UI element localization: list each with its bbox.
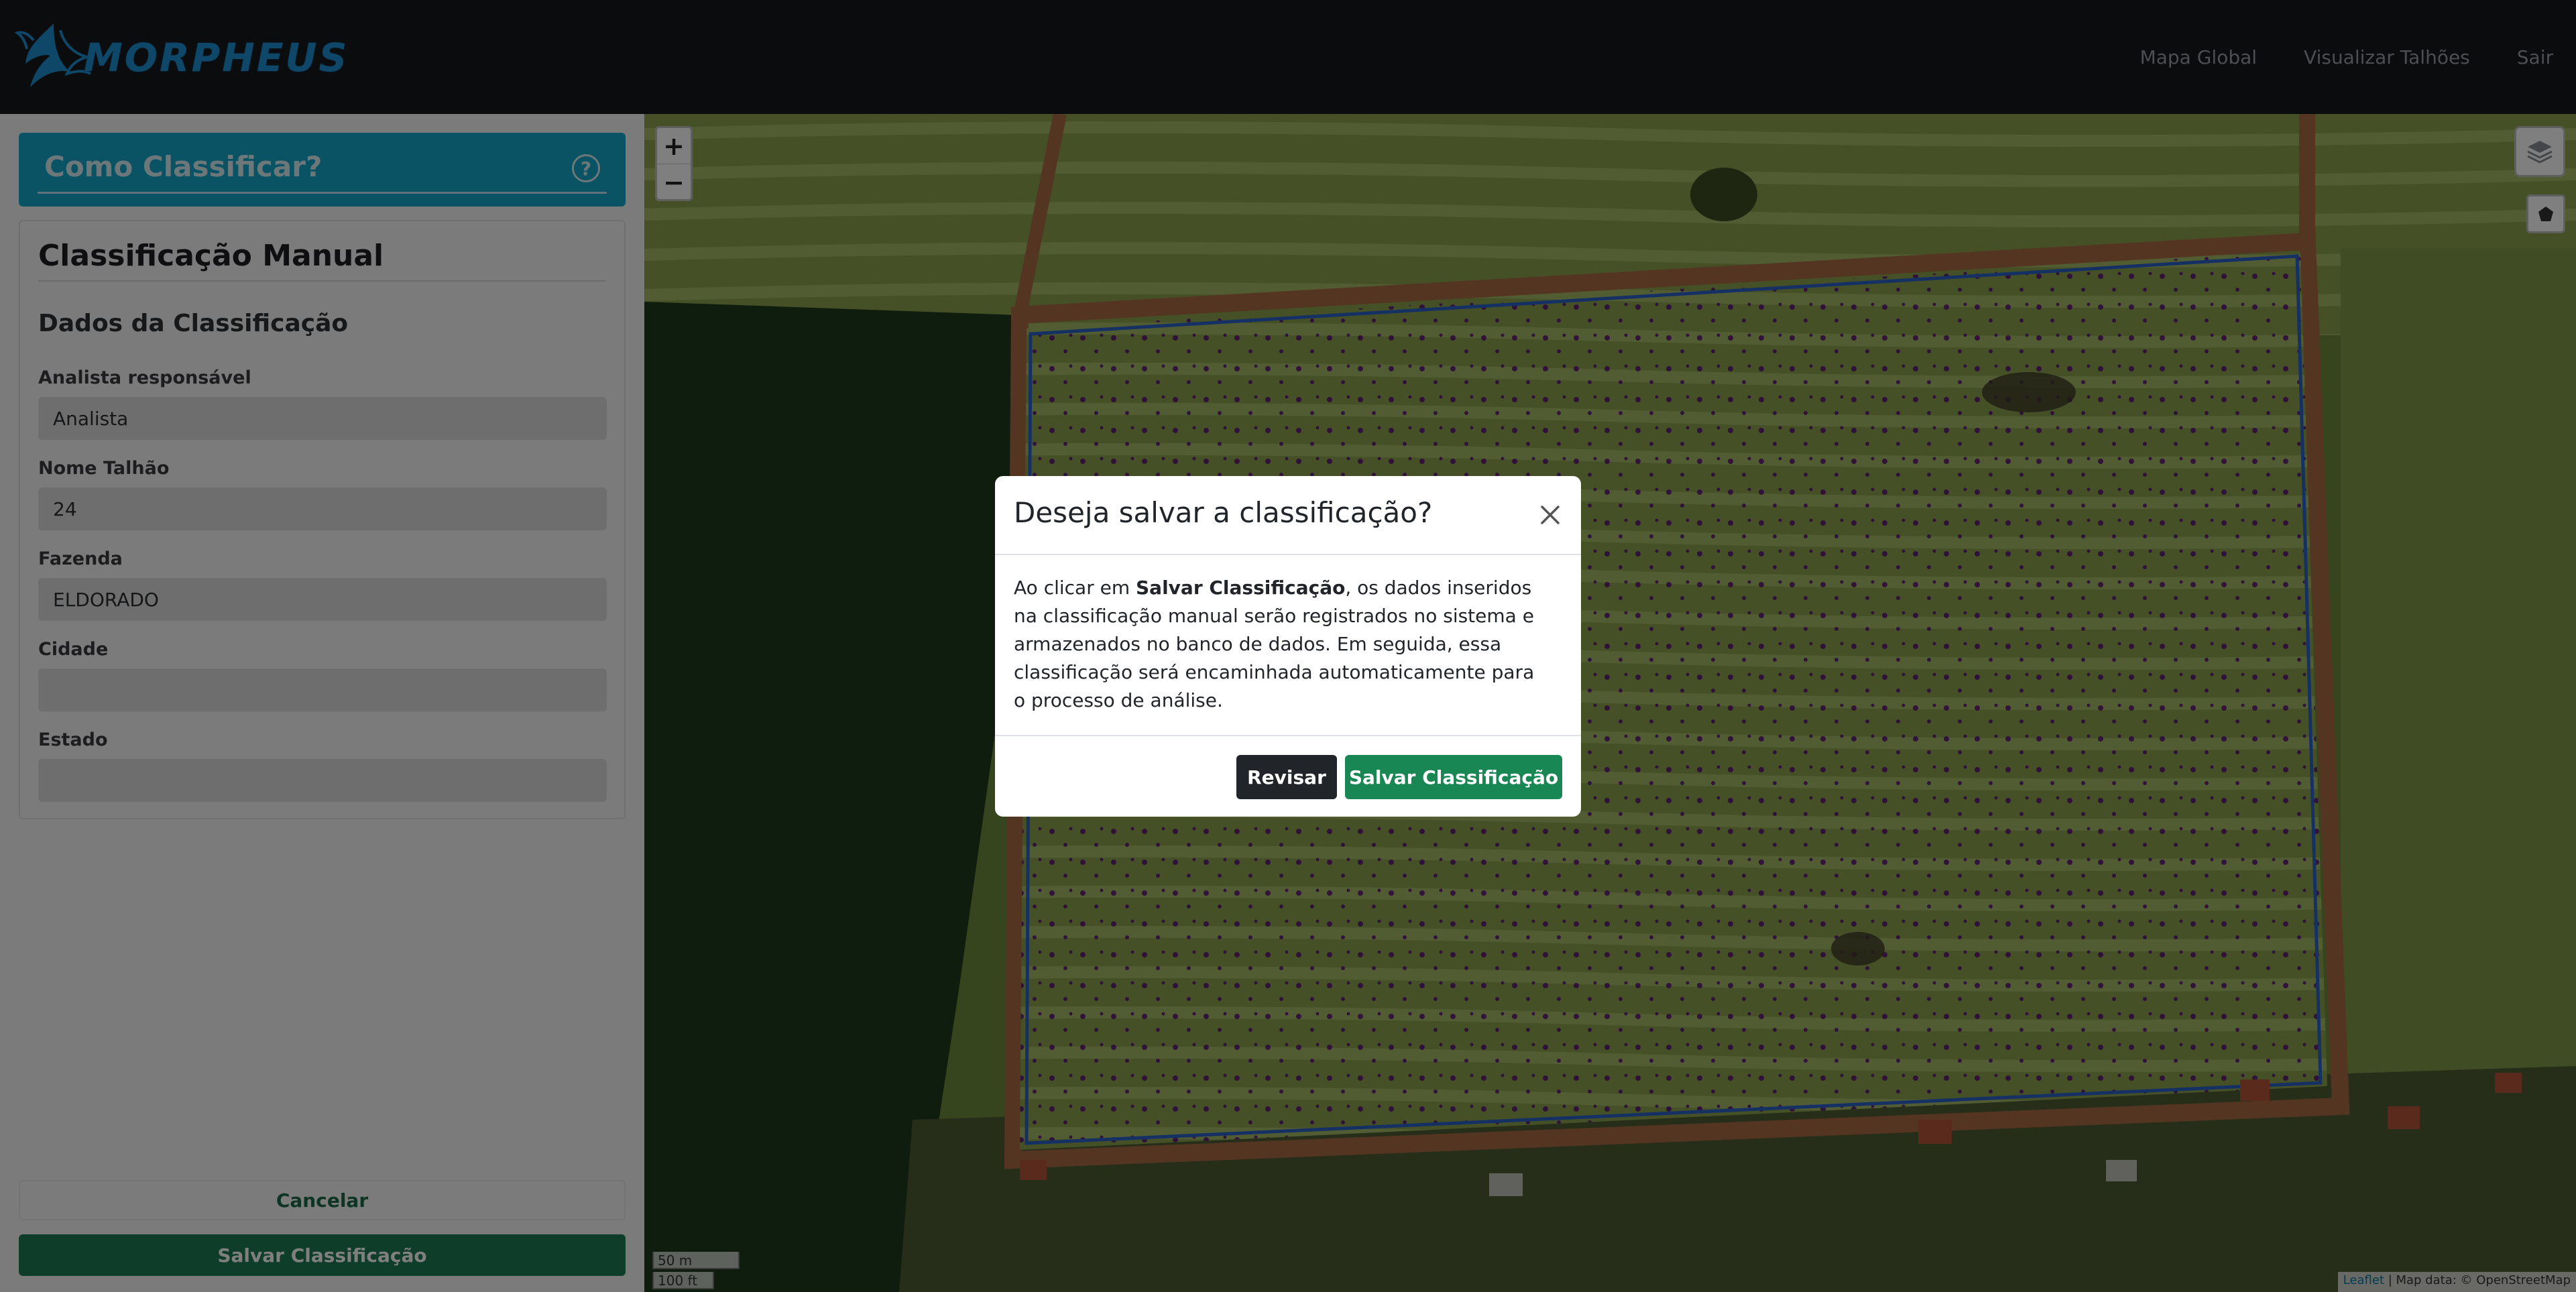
modal-body-prefix: Ao clicar em xyxy=(1014,577,1136,599)
modal-body: Ao clicar em Salvar Classificação, os da… xyxy=(1014,574,1550,715)
confirm-save-button[interactable]: Salvar Classificação xyxy=(1345,755,1562,799)
review-button[interactable]: Revisar xyxy=(1236,755,1337,799)
modal-title: Deseja salvar a classificação? xyxy=(1014,496,1433,529)
modal-body-bold: Salvar Classificação xyxy=(1136,577,1346,599)
close-icon[interactable] xyxy=(1537,502,1564,528)
modal-header: Deseja salvar a classificação? xyxy=(995,476,1581,555)
modal-footer: Revisar Salvar Classificação xyxy=(995,735,1581,817)
confirm-save-modal: Deseja salvar a classificação? Ao clicar… xyxy=(995,476,1581,817)
